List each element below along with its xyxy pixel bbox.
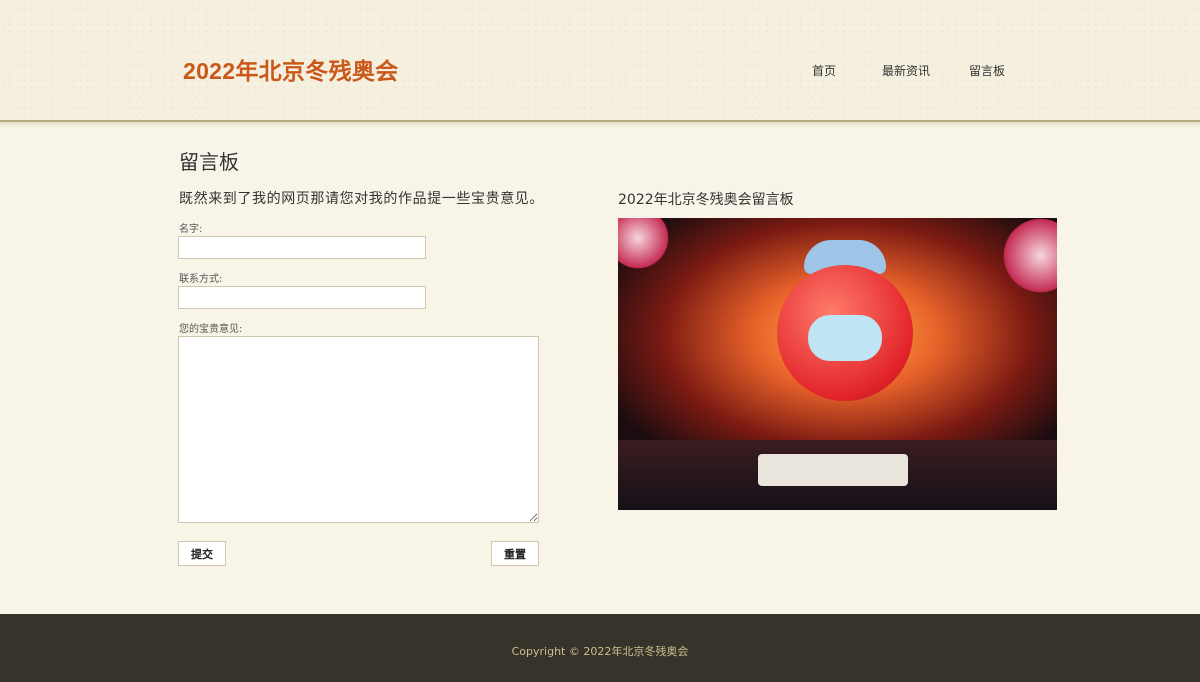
snowflake-decoration — [998, 218, 1057, 298]
message-label: 您的宝贵意见: — [179, 324, 243, 335]
page-title: 留言板 — [179, 150, 239, 174]
nav-item-news[interactable]: 最新资讯 — [882, 62, 930, 79]
message-textarea[interactable] — [178, 336, 539, 523]
stage-desk — [758, 454, 908, 486]
mascot-face — [808, 315, 882, 361]
reset-button[interactable]: 重置 — [491, 541, 539, 566]
mascot-stage-photo — [618, 218, 1057, 510]
snowflake-decoration — [618, 218, 673, 273]
copyright-text: Copyright © 2022年北京冬残奥会 — [511, 645, 689, 658]
name-label: 名字: — [179, 224, 203, 235]
header-shadow — [0, 122, 1200, 128]
nav-item-guestbook[interactable]: 留言板 — [969, 62, 1005, 79]
contact-label: 联系方式: — [179, 274, 223, 285]
contact-input[interactable] — [178, 286, 426, 309]
nav-item-home[interactable]: 首页 — [812, 62, 836, 79]
name-input[interactable] — [178, 236, 426, 259]
site-logo[interactable]: 2022年北京冬残奥会 — [183, 52, 398, 86]
header — [0, 0, 1200, 122]
submit-button[interactable]: 提交 — [178, 541, 226, 566]
side-title: 2022年北京冬残奥会留言板 — [618, 192, 794, 208]
intro-text: 既然来到了我的网页那请您对我的作品提一些宝贵意见。 — [179, 191, 544, 207]
